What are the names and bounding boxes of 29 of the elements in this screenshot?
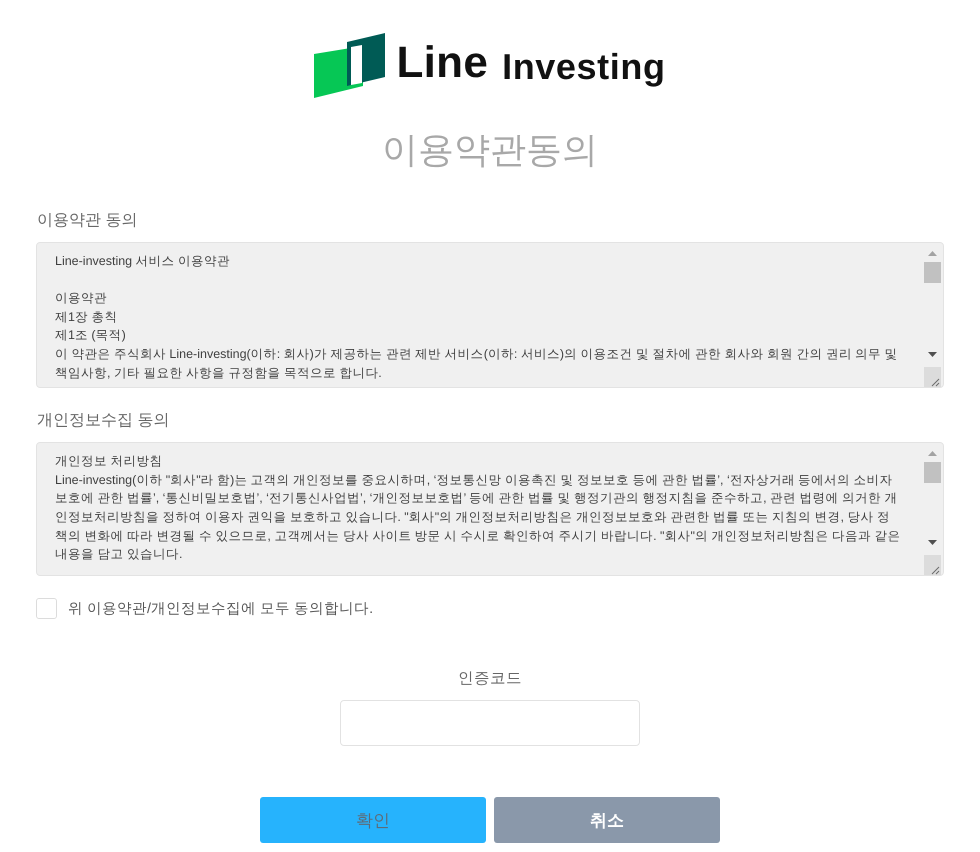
agreement-text-box[interactable] <box>36 442 944 576</box>
scroll-down-arrow-icon[interactable] <box>928 540 937 546</box>
agree-checkbox[interactable] <box>36 598 57 620</box>
confirm-button[interactable]: 확인 <box>260 797 486 844</box>
agreement-paragraph: 이용약관 <box>55 290 108 308</box>
resize-grip-icon[interactable] <box>924 555 941 576</box>
section-label: 개인정보수집 동의 <box>36 411 170 432</box>
scrollbar-thumb[interactable] <box>924 462 941 484</box>
agreement-paragraph: 개인정보 처리방침 <box>55 453 164 470</box>
scrollbar-thumb[interactable] <box>924 262 941 283</box>
page-title: 이용약관동의 <box>381 128 599 172</box>
scroll-up-arrow-icon[interactable] <box>928 251 937 256</box>
logo-icon <box>314 33 386 98</box>
agree-label: 위 이용약관/개인정보수집에 모두 동의합니다. <box>68 600 374 618</box>
resize-grip-icon[interactable] <box>924 367 941 388</box>
agreement-paragraph: 제1장 총칙 <box>55 308 118 326</box>
agreement-paragraph: Line-investing 서비스 이용약관 <box>55 253 232 270</box>
auth-code-input[interactable] <box>340 700 640 746</box>
section-label: 이용약관 동의 <box>36 211 138 231</box>
brand-suffix: Investing <box>502 49 666 85</box>
agreement-paragraph: 이 약관은 주식회사 Line-investing(이하: 회사)가 제공하는 관련 제반 서비스(이하: 서비스)의 이용조건 및 절차에 관한 회사와 회원 간의 권리 의무 및 책임사항, 기타 필요한 사항을 규정함을 목적으로 합니다. <box>55 346 899 382</box>
brand-name: Line <box>396 41 488 85</box>
auth-code-label: 인증코드 <box>458 669 522 690</box>
agreement-paragraph: 제1조 (목적) <box>55 327 127 344</box>
cancel-button[interactable]: 취소 <box>494 797 720 844</box>
agreement-text-box[interactable]: Line-investing 서비스 이용약관 이용약관 제1장 총칙 제1조 (목적) 이 약관은 주식회사 Line-investing(이하: 회사)가 제공하는 관련 제반 서비스(이하: 서비스)의 이용조건 및 절차에 관한 회사와 회원 간의 권리 의무 및 책임사항, 기타 필요한 사항을 규정함을 목적으로 합니다. <box>36 242 944 388</box>
scroll-down-arrow-icon[interactable] <box>928 352 937 358</box>
scroll-up-arrow-icon[interactable] <box>928 451 937 456</box>
agreement-paragraph: Line-investing(이하 "회사"라 함)는 고객의 개인정보를 중요시하며, ‘정보통신망 이용촉진 및 정보보호 등에 관한 법률’, ‘전자상거래 등에서의 소비자보호에 관한 법률’, ‘통신비밀보호법’, ‘전기통신사업법’, ‘개인정보보호법’ 등에 관한 법률 및 행정기관의 행정지침을 준수하고, 관련 법령에 의거한 개인정보처리방침을 정하여 이용자 권익을 보호하고 있습니다. "회사"의 개인정보처리방침은 개인정보보호와 관련한 법률 또는 지침의 변경, 당사 정책의 변화에 따라 변경될 수 있으므로, 고객께서는 당사 사이트 방문 시 수시로 확인하여 주시기 바랍니다. "회사"의 개인정보처리방침은 다음과 같은 내용을 담고 있습니다. <box>55 472 902 564</box>
